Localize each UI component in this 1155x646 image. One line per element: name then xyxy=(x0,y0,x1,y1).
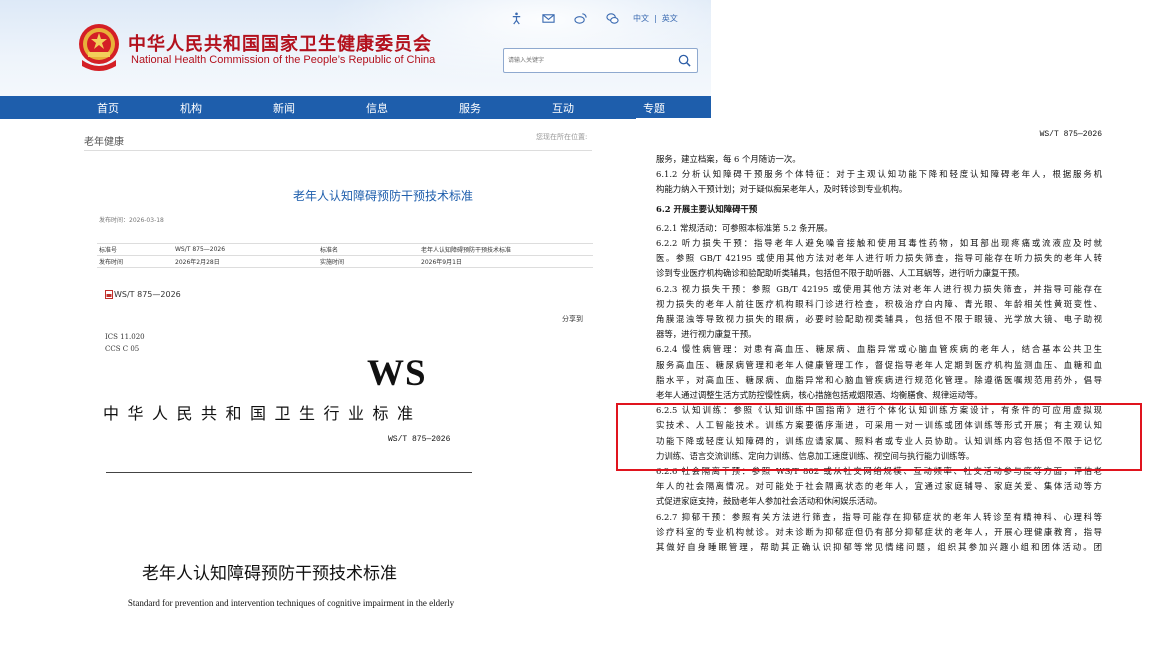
standard-cover: ICS 11.020 CCS C 05 WS 中华人民共和国卫生行业标准 WS/… xyxy=(70,322,590,646)
text-line: 视力损失的老年人前往医疗机构眼科门诊进行检查，积极治疗白内障、青光眼、年龄相关性… xyxy=(656,298,1102,309)
section-heading: 6.2 开展主要认知障碍干预 xyxy=(656,203,758,214)
table-cell: 标准号 xyxy=(97,243,173,256)
site-title-cn: 中华人民共和国国家卫生健康委员会 xyxy=(128,34,432,55)
ics-code: ICS 11.020 xyxy=(105,333,145,341)
attachment-label: WS/T 875—2026 xyxy=(114,290,181,299)
breadcrumb[interactable]: 老年健康 xyxy=(84,133,124,151)
text-line: 服务，建立档案，每 6 个月随访一次。 xyxy=(656,154,801,164)
table-cell: WS/T 875—2026 xyxy=(173,243,318,256)
wechat-icon[interactable] xyxy=(596,10,628,26)
text-line: 6.2.2 听力损失干预：指导老年人避免噪音接触和使用耳毒性药物，如耳部出现疼痛… xyxy=(656,238,1102,249)
cover-title-en: Standard for prevention and intervention… xyxy=(127,598,455,608)
text-line: 医。参照 GB/T 42195 或使用其他方法对老年人进行听力损失筛查，指导可能… xyxy=(656,253,1102,264)
table-row: 发布时间 2026年2月28日 实施时间 2026年9月1日 xyxy=(97,255,593,268)
accessibility-icon[interactable] xyxy=(500,10,532,26)
nav-item-news[interactable]: 新闻 xyxy=(273,100,295,116)
ccs-code: CCS C 05 xyxy=(105,345,140,353)
nav-item-org[interactable]: 机构 xyxy=(180,100,202,116)
lang-zh-link[interactable]: 中文 xyxy=(628,13,654,24)
text-line: 诊到专业医疗机构确诊和验配助听类辅具，包括但不限于助听器、人工耳蜗等，进行听力康… xyxy=(656,268,1025,279)
text-line: 6.2.7 抑郁干预：参照有关方法进行筛查，指导可能存在抑郁症状的老年人转诊至有… xyxy=(656,511,1102,522)
table-cell: 2026年2月28日 xyxy=(173,255,318,268)
page-header: WS/T 875—2026 xyxy=(1039,130,1102,139)
standard-code: WS/T 875—2026 xyxy=(388,435,451,444)
text-line: 构能力纳入干预计划；对于疑似痴呆老年人，及时转诊到专业机构。 xyxy=(656,184,908,195)
national-emblem-icon xyxy=(79,24,119,71)
standard-category: 中华人民共和国卫生行业标准 xyxy=(103,404,422,423)
search-input[interactable] xyxy=(508,52,668,69)
text-line: 6.2.1 常规活动：可参照本标准第 5.2 条开展。 xyxy=(656,222,833,233)
table-cell: 2026年9月1日 xyxy=(419,255,593,268)
text-line: 6.2.6 社会隔离干预：参照 WS/T 802 或从社交网络规模、互动频率、社… xyxy=(656,466,1102,477)
text-line: 6.2.4 慢性病管理：对患有高血压、糖尿病、血脂异常或心脑血管疾病的老年人，结… xyxy=(656,344,1102,355)
nav-item-home[interactable]: 首页 xyxy=(97,100,119,116)
site-banner: 中华人民共和国国家卫生健康委员会 National Health Commiss… xyxy=(0,0,711,96)
text-line: 力训练、语言交流训练、定向力训练、信息加工速度训练、视空间与执行能力训练等。 xyxy=(656,450,975,461)
text-line: 6.2.5 认知训练：参照《认知训练中国指南》进行个体化认知训练方案设计，有条件… xyxy=(656,405,1102,416)
pdf-icon xyxy=(105,290,113,299)
cover-title-cn: 老年人认知障碍预防干预技术标准 xyxy=(142,564,397,584)
text-line: 式促进家庭支持，鼓励老年人参加社会活动和休闲娱乐活动。 xyxy=(656,496,883,507)
text-line: 6.1.2 分析认知障碍干预服务个体特征：对于主观认知功能下降和轻度认知障碍老年… xyxy=(656,169,1102,180)
nav-item-service[interactable]: 服务 xyxy=(459,100,481,116)
main-nav: 首页 机构 新闻 信息 服务 互动 专题 xyxy=(0,96,711,119)
breadcrumb-divider xyxy=(84,150,592,151)
site-title-en: National Health Commission of the People… xyxy=(131,54,436,66)
table-cell: 实施时间 xyxy=(318,255,419,268)
page-body: 服务，建立档案，每 6 个月随访一次。 6.1.2 分析认知障碍干预服务个体特征：… xyxy=(656,152,1102,555)
text-line: 老年人通过调整生活方式防控慢性病，核心措施包括戒烟限酒、均衡膳食、规律运动等。 xyxy=(656,390,983,401)
document-page: WS/T 875—2026 服务，建立档案，每 6 个月随访一次。 6.1.2 分… xyxy=(636,118,1116,646)
text-line: 角膜混浊等导致视力损失的眼病，必要时验配助视类辅具，包括但不限于眼镜、光学放大镜… xyxy=(656,314,1102,325)
article-title: 老年人认知障碍预防干预技术标准 xyxy=(293,189,474,203)
text-line: 年人的社会隔离情况。对可能处于社会隔离状态的老年人，宜通过家庭辅导、家庭关爱、集… xyxy=(656,481,1102,492)
text-line: 实技术、人工智能技术。训练方案要循序渐进，可采用一对一训练或团体训练等形式开展；… xyxy=(656,420,1102,431)
ws-logo: WS xyxy=(367,353,427,394)
table-row: 标准号 WS/T 875—2026 标准名 老年人认知障碍预防干预技术标准 xyxy=(97,243,593,256)
text-line: 6.2.3 视力损失干预：参照 GB/T 42195 或使用其他方法对老年人进行… xyxy=(656,283,1102,294)
text-line: 其做好自身睡眠管理，帮助其正确认识抑郁等常见情绪问题，组织其参加兴趣小组和团体活… xyxy=(656,542,1102,553)
text-line: 器等，进行视力康复干预。 xyxy=(656,329,757,340)
text-line: 服务高血压、糖尿病管理和老年人健康管理工作，督促指导老年人定期到医疗机构监测血压… xyxy=(656,359,1102,370)
text-line: 诊疗科室的专业机构就诊。对未诊断为抑郁症但仍有部分抑郁症状的老年人，开展心理健康… xyxy=(656,526,1102,537)
text-line: 功能下降或轻度认知障碍的，训练应请家属、照料者或专业人员协助。认知训练内容包括但… xyxy=(656,435,1102,446)
weibo-icon[interactable] xyxy=(564,10,596,26)
text-line: 脂水平，对高血压、糖尿病、血脂异常和心脑血管疾病进行规范化管理。除遵循医嘱规范用… xyxy=(656,374,1102,385)
cover-divider xyxy=(106,472,472,473)
nav-item-interact[interactable]: 互动 xyxy=(552,100,574,116)
search-box xyxy=(503,48,698,73)
nav-item-info[interactable]: 信息 xyxy=(366,100,388,116)
table-cell: 老年人认知障碍预防干预技术标准 xyxy=(419,243,593,256)
attachment-link[interactable]: WS/T 875—2026 xyxy=(105,290,181,299)
search-icon[interactable] xyxy=(678,54,691,67)
website-panel: 中华人民共和国国家卫生健康委员会 National Health Commiss… xyxy=(0,0,711,360)
table-cell: 标准名 xyxy=(318,243,419,256)
publish-date: 发布时间：2026-03-18 xyxy=(99,217,164,224)
meta-table: 标准号 WS/T 875—2026 标准名 老年人认知障碍预防干预技术标准 发布… xyxy=(97,243,593,268)
top-toolbar: 中文 | 英文 xyxy=(500,10,683,26)
lang-en-link[interactable]: 英文 xyxy=(657,13,683,24)
mail-icon[interactable] xyxy=(532,10,564,26)
location-label: 您现在所在位置: xyxy=(536,133,588,141)
table-cell: 发布时间 xyxy=(97,255,173,268)
nav-item-topics[interactable]: 专题 xyxy=(643,100,665,116)
